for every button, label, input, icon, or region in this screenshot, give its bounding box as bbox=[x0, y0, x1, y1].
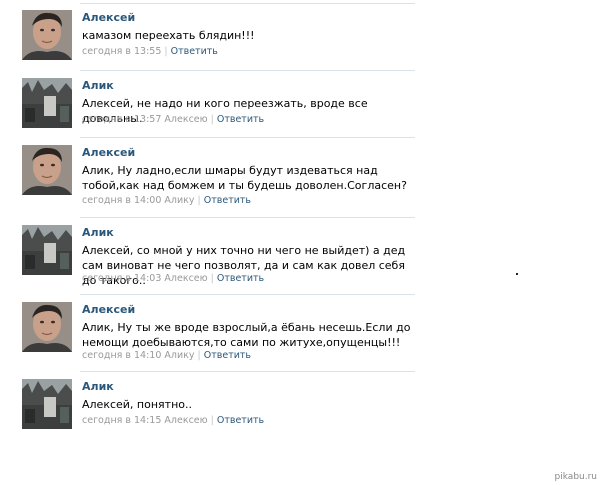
comment-author[interactable]: Алексей bbox=[82, 146, 135, 160]
comment-divider bbox=[80, 3, 415, 4]
reply-link[interactable]: Ответить bbox=[217, 273, 264, 284]
comment-time[interactable]: сегодня в 13:57 bbox=[82, 114, 161, 125]
comment-meta: сегодня в 14:00 Алику | Ответить bbox=[82, 195, 251, 207]
reply-link[interactable]: Ответить bbox=[204, 195, 251, 206]
comment-recipient[interactable]: Алексею bbox=[164, 415, 207, 426]
comment-author[interactable]: Алексей bbox=[82, 303, 135, 317]
reply-link[interactable]: Ответить bbox=[171, 46, 218, 57]
comment-meta: сегодня в 14:03 Алексею | Ответить bbox=[82, 273, 264, 285]
comment-text: Алик, Ну ты же вроде взрослый,а ёбань не… bbox=[82, 321, 411, 349]
comment-author[interactable]: Алик bbox=[82, 226, 114, 240]
comment-time[interactable]: сегодня в 13:55 bbox=[82, 46, 161, 57]
meta-separator: | bbox=[210, 114, 214, 125]
comment-author[interactable]: Алик bbox=[82, 79, 114, 93]
site-watermark: pikabu.ru bbox=[554, 472, 597, 482]
meta-separator: | bbox=[164, 46, 168, 57]
comment-time[interactable]: сегодня в 14:03 bbox=[82, 273, 161, 284]
comment-author[interactable]: Алексей bbox=[82, 11, 135, 25]
comment-recipient[interactable]: Алексею bbox=[164, 114, 207, 125]
reply-link[interactable]: Ответить bbox=[217, 415, 264, 426]
comment-author[interactable]: Алик bbox=[82, 380, 114, 394]
reply-link[interactable]: Ответить bbox=[217, 114, 264, 125]
comment-time[interactable]: сегодня в 14:10 bbox=[82, 350, 161, 361]
comment-meta: сегодня в 13:55 | Ответить bbox=[82, 46, 218, 58]
comment-time[interactable]: сегодня в 14:15 bbox=[82, 415, 161, 426]
comment-text: Алик, Ну ладно,если шмары будут издевать… bbox=[82, 164, 407, 192]
user-avatar[interactable] bbox=[22, 10, 72, 60]
comment-divider bbox=[80, 137, 415, 138]
comment-divider bbox=[80, 217, 415, 218]
user-avatar[interactable] bbox=[22, 379, 72, 429]
comment-meta: сегодня в 14:15 Алексею | Ответить bbox=[82, 415, 264, 427]
comment-text: камазом переехать блядин!!! bbox=[82, 29, 255, 42]
comment-time[interactable]: сегодня в 14:00 bbox=[82, 195, 161, 206]
comment-text: Алексей, понятно.. bbox=[82, 398, 192, 411]
meta-separator: | bbox=[210, 415, 214, 426]
user-avatar[interactable] bbox=[22, 145, 72, 195]
stray-dot bbox=[516, 273, 518, 275]
user-avatar[interactable] bbox=[22, 302, 72, 352]
user-avatar[interactable] bbox=[22, 225, 72, 275]
comment-divider bbox=[80, 70, 415, 71]
comment-recipient[interactable]: Алику bbox=[164, 195, 194, 206]
meta-separator: | bbox=[197, 195, 201, 206]
comment-meta: сегодня в 13:57 Алексею | Ответить bbox=[82, 114, 264, 126]
comment-meta: сегодня в 14:10 Алику | Ответить bbox=[82, 350, 251, 362]
comment-divider bbox=[80, 371, 415, 372]
reply-link[interactable]: Ответить bbox=[204, 350, 251, 361]
user-avatar[interactable] bbox=[22, 78, 72, 128]
comment-divider bbox=[80, 294, 415, 295]
meta-separator: | bbox=[197, 350, 201, 361]
comment-recipient[interactable]: Алексею bbox=[164, 273, 207, 284]
comment-recipient[interactable]: Алику bbox=[164, 350, 194, 361]
meta-separator: | bbox=[210, 273, 214, 284]
